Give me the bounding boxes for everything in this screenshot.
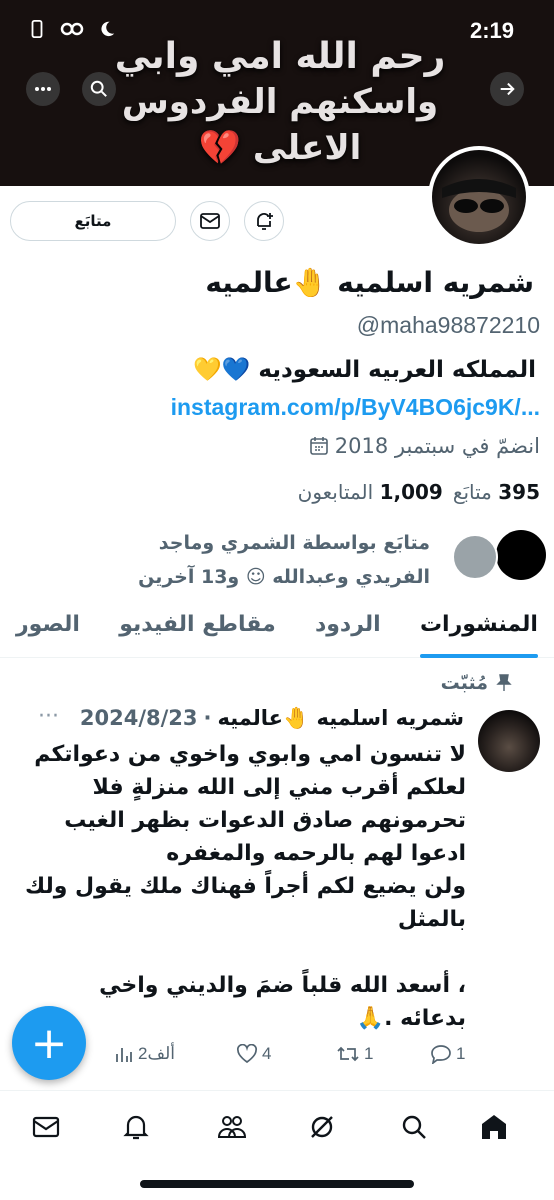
crescent-icon: [101, 21, 115, 37]
retweet-action[interactable]: 1: [336, 1044, 373, 1064]
follower-avatar-1[interactable]: [496, 530, 546, 580]
grok-icon: [311, 1116, 333, 1138]
status-icons: [28, 20, 116, 38]
nav-notifications[interactable]: [118, 1109, 154, 1145]
communities-icon: [217, 1116, 247, 1138]
bell-icon: [123, 1115, 149, 1140]
home-icon: [482, 1115, 506, 1139]
more-button[interactable]: [26, 72, 60, 106]
tab-posts-label: المنشورات: [419, 612, 538, 637]
tab-replies[interactable]: الردود: [315, 600, 381, 657]
profile-tabs: المنشورات الردود مقاطع الفيديو الصور: [0, 600, 554, 658]
following-count: 395: [498, 480, 540, 504]
nav-grok[interactable]: [304, 1109, 340, 1145]
home-indicator: [140, 1180, 414, 1188]
views-action[interactable]: 2ألف: [114, 1044, 175, 1064]
nav-messages[interactable]: [28, 1109, 64, 1145]
followers-label: المتابعون: [297, 480, 374, 504]
profile-bio: المملكه العربيه السعوديه 💙💛: [193, 357, 536, 383]
status-bar: 2:19: [0, 14, 554, 48]
search-icon: [402, 1115, 426, 1139]
tab-replies-label: الردود: [314, 612, 381, 637]
reply-action[interactable]: 1: [430, 1044, 465, 1064]
tab-posts[interactable]: المنشورات: [419, 600, 538, 658]
following-stat[interactable]: 395 متابَع: [453, 480, 540, 504]
mail-icon: [200, 213, 220, 229]
nav-communities[interactable]: [214, 1109, 250, 1145]
banner-line-3: الاعلى 💔: [198, 128, 362, 168]
pinned-label: مُثبّت: [441, 672, 512, 694]
profile-handle: @maha98872210: [356, 312, 540, 338]
nav-home[interactable]: [476, 1109, 512, 1145]
reply-count: 1: [456, 1044, 466, 1063]
heart-icon: [236, 1044, 258, 1064]
back-button[interactable]: [490, 72, 524, 106]
tweet-date[interactable]: 2024/8/23: [80, 706, 198, 731]
tweet-body[interactable]: لا تنسون امي وابوي واخوي من دعواتكم لعلك…: [16, 738, 466, 1035]
tweet-header: شمريه اسلميه 🤚عالميه · 2024/8/23: [80, 706, 464, 731]
calendar-icon: [309, 437, 328, 455]
tweet-author[interactable]: شمريه اسلميه 🤚عالميه: [218, 706, 465, 731]
tweet-avatar[interactable]: [478, 710, 540, 772]
avatar-image: [432, 150, 526, 244]
profile-avatar[interactable]: [428, 146, 530, 248]
joined-text: انضمّ في سبتمبر 2018: [334, 434, 540, 458]
status-time: 2:19: [469, 18, 514, 43]
search-icon: [90, 80, 107, 97]
arrow-right-icon: [500, 82, 515, 96]
tweet-more-button[interactable]: ···: [38, 704, 59, 729]
bell-plus-icon: [257, 213, 273, 230]
avatar-glasses: [442, 179, 516, 232]
banner-line-2: واسكنهم الفردوس: [121, 82, 439, 122]
mail-icon: [32, 1116, 60, 1138]
following-label: متابَع: [452, 480, 492, 504]
tab-videos[interactable]: مقاطع الفيديو: [119, 600, 276, 657]
active-tab-indicator: [419, 654, 538, 658]
joined-date: انضمّ في سبتمبر 2018: [309, 434, 540, 458]
pinned-text: مُثبّت: [440, 672, 488, 694]
followed-by-text[interactable]: متابَع بواسطة الشمري وماجد الفريدي وعبدا…: [100, 526, 430, 594]
like-action[interactable]: 4: [236, 1044, 271, 1064]
more-icon: [35, 87, 51, 91]
tab-photos-label: الصور: [16, 612, 80, 637]
compose-plus: +: [30, 1017, 68, 1069]
nav-search[interactable]: [396, 1109, 432, 1145]
phone-icon: [31, 20, 43, 38]
followers-count: 1,009: [379, 480, 443, 504]
following-button[interactable]: متابَع: [10, 201, 176, 241]
message-button[interactable]: [190, 201, 230, 241]
like-count: 4: [262, 1044, 272, 1063]
followers-stat[interactable]: 1,009 المتابعون: [298, 480, 443, 504]
profile-link[interactable]: instagram.com/p/ByV4BO6jc9K/...: [171, 394, 540, 421]
tab-videos-label: مقاطع الفيديو: [119, 612, 276, 637]
reply-icon: [431, 1045, 451, 1064]
notify-button[interactable]: [244, 201, 284, 241]
tweet-separator: ·: [203, 706, 212, 730]
search-button[interactable]: [82, 72, 116, 106]
follow-stats: 395 متابَع 1,009 المتابعون: [298, 480, 540, 504]
tab-photos[interactable]: الصور: [16, 600, 80, 657]
compose-button[interactable]: +: [12, 1006, 86, 1080]
profile-name: شمريه اسلميه 🤚عالميه: [205, 266, 534, 299]
views-icon: [116, 1048, 132, 1062]
pin-icon: [496, 674, 512, 691]
link-icon: [60, 22, 84, 36]
views-count: 2ألف: [138, 1044, 175, 1063]
retweet-icon: [337, 1046, 359, 1062]
retweet-count: 1: [364, 1044, 374, 1063]
follower-avatar-2[interactable]: [452, 534, 498, 580]
